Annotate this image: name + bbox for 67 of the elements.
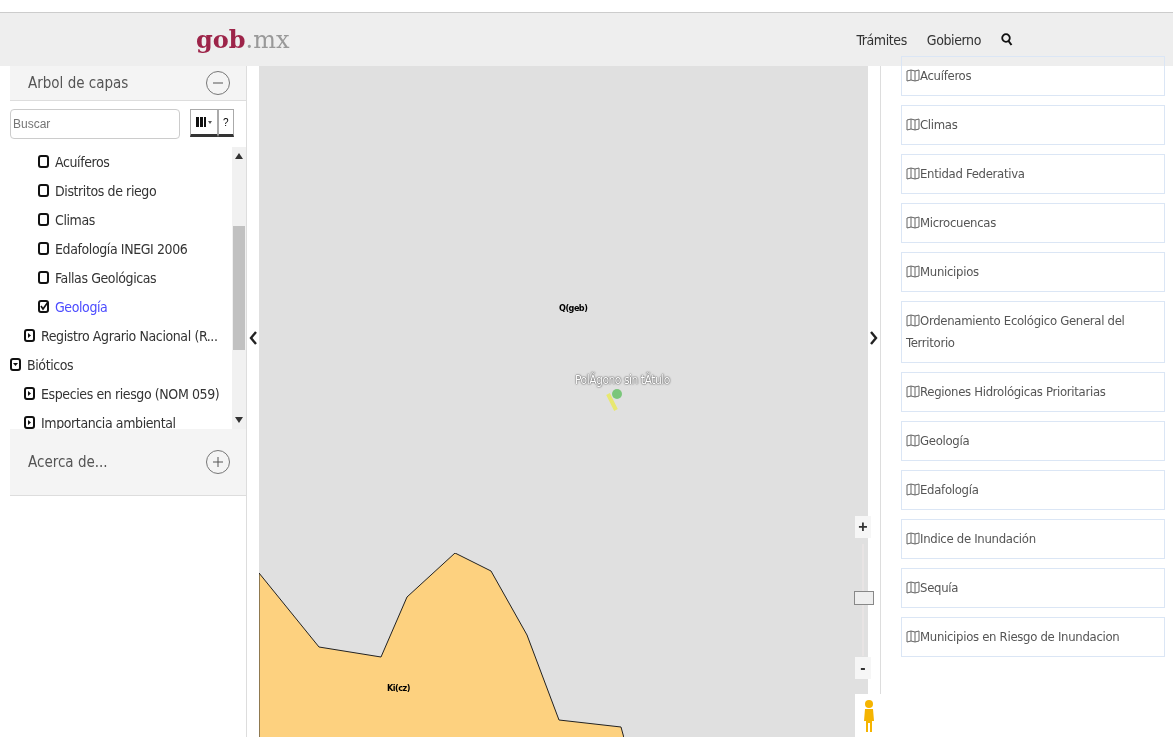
- map-icon: [906, 167, 920, 180]
- map-icon: [906, 483, 920, 496]
- site-logo[interactable]: gob.mx: [196, 25, 857, 54]
- expand-toggle-icon[interactable]: [24, 329, 35, 342]
- map-icon: [906, 216, 920, 229]
- group-label[interactable]: Registro Agrario Nacional (R...: [41, 327, 218, 344]
- layers-dropdown-button[interactable]: [190, 109, 218, 137]
- person-icon: [863, 699, 875, 733]
- checked-checkbox-icon[interactable]: [38, 300, 49, 313]
- map-icon: [906, 581, 920, 594]
- map-label: Q(geb): [559, 303, 588, 313]
- scroll-up-icon[interactable]: [235, 153, 243, 159]
- checkbox-icon[interactable]: [38, 271, 49, 284]
- layer-card[interactable]: Microcuencas: [901, 203, 1165, 243]
- map-icon: [906, 118, 920, 131]
- layer-card[interactable]: Climas: [901, 105, 1165, 145]
- panel-title: Arbol de capas: [28, 74, 129, 92]
- checkbox-icon[interactable]: [38, 242, 49, 255]
- map-icon: [906, 630, 920, 643]
- expand-toggle-icon[interactable]: [24, 416, 35, 429]
- layer-label[interactable]: Acuíferos: [55, 153, 110, 170]
- layer-label[interactable]: Climas: [55, 211, 95, 228]
- scroll-down-icon[interactable]: [235, 417, 243, 423]
- group-label[interactable]: Bióticos: [27, 356, 74, 373]
- layer-card[interactable]: Acuíferos: [901, 56, 1165, 96]
- map-canvas[interactable]: Q(geb) PolÃgono sin tÃtulo Ki(cz) + -: [247, 66, 880, 737]
- help-button[interactable]: ?: [218, 109, 234, 137]
- checkbox-icon[interactable]: [38, 184, 49, 197]
- layer-card[interactable]: Geología: [901, 421, 1165, 461]
- plus-icon: [212, 456, 224, 468]
- nav-link[interactable]: Trámites: [856, 31, 907, 48]
- layer-label[interactable]: Edafología INEGI 2006: [55, 240, 188, 257]
- map-icon: [906, 314, 920, 327]
- layer-card[interactable]: Municipios: [901, 252, 1165, 292]
- search-icon[interactable]: [1001, 32, 1013, 47]
- collapse-toggle-icon[interactable]: [10, 358, 21, 371]
- map-icon: [906, 532, 920, 545]
- layer-card[interactable]: Municipios en Riesgo de Inundacion: [901, 617, 1165, 657]
- layer-card[interactable]: Edafología: [901, 470, 1165, 510]
- expand-right-icon[interactable]: [870, 331, 878, 345]
- checkbox-icon[interactable]: [38, 213, 49, 226]
- collapse-left-icon[interactable]: [249, 331, 257, 345]
- checkbox-icon[interactable]: [38, 155, 49, 168]
- zoom-in-button[interactable]: +: [855, 516, 871, 538]
- layer-label[interactable]: Distritos de riego: [55, 182, 157, 199]
- map-icon: [906, 69, 920, 82]
- group-label[interactable]: Especies en riesgo (NOM 059): [41, 385, 220, 402]
- zoom-slider-handle[interactable]: [854, 591, 874, 605]
- layer-card[interactable]: Indice de Inundación: [901, 519, 1165, 559]
- panel-title: Acerca de...: [28, 453, 108, 471]
- search-field[interactable]: Buscar: [10, 109, 180, 139]
- layer-card[interactable]: Ordenamiento Ecológico General del Territorio: [901, 301, 1165, 363]
- map-icon: [906, 385, 920, 398]
- scrollbar[interactable]: [232, 147, 246, 429]
- expand-toggle-icon[interactable]: [24, 387, 35, 400]
- layer-card[interactable]: Sequía: [901, 568, 1165, 608]
- map-icon: [906, 265, 920, 278]
- layer-card[interactable]: Entidad Federativa: [901, 154, 1165, 194]
- layer-label[interactable]: Fallas Geológicas: [55, 269, 157, 286]
- zoom-out-button[interactable]: -: [855, 657, 871, 679]
- map-label: Ki(cz): [387, 683, 410, 693]
- map-label: PolÃgono sin tÃtulo: [575, 373, 670, 387]
- nav-link[interactable]: Gobierno: [926, 31, 981, 48]
- layers-icon: [195, 116, 213, 128]
- layer-card[interactable]: Regiones Hidrológicas Prioritarias: [901, 372, 1165, 412]
- layer-label[interactable]: Geología: [55, 298, 108, 315]
- map-icon: [906, 434, 920, 447]
